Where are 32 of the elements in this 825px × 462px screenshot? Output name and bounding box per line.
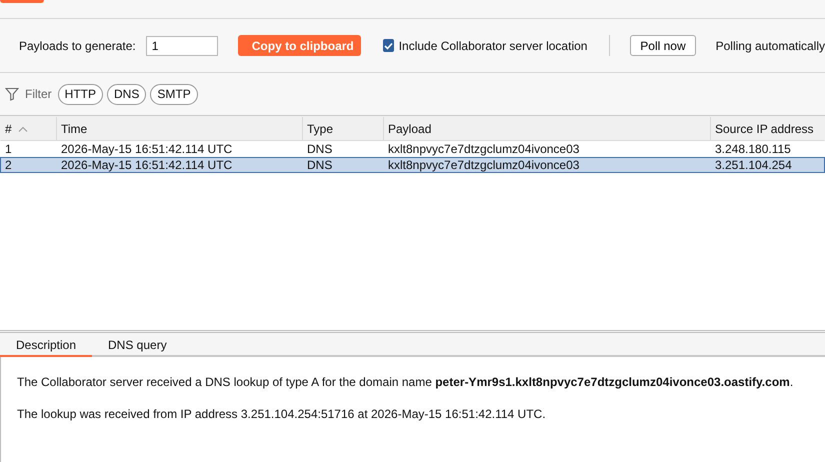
column-header[interactable]: Time — [57, 117, 303, 140]
filter-label: Filter — [25, 87, 52, 101]
column-header[interactable]: Payload — [384, 117, 711, 140]
filter-chip[interactable]: SMTP — [150, 84, 198, 104]
polling-status: Polling automatically — [716, 38, 825, 52]
poll-now-button[interactable]: Poll now — [630, 35, 696, 56]
column-header[interactable]: Source IP address — [711, 117, 825, 140]
include-location-checkbox[interactable] — [382, 39, 394, 52]
table-cell-text: 2026-May-15 16:51:42.114 UTC — [60, 142, 234, 156]
table-cell-text: 2026-May-15 16:51:42.114 UTC — [60, 158, 234, 172]
table-cell-text: 2 — [4, 158, 13, 172]
table-cell-text: 1 — [4, 142, 13, 156]
table-cell-text: kxlt8npvyc7e7dtzgclumz04ivonce03 — [387, 158, 580, 172]
payloads-count-field[interactable]: 1 — [146, 36, 218, 56]
filter-chip[interactable]: DNS — [107, 84, 146, 104]
column-header[interactable]: Type — [303, 117, 384, 140]
column-header[interactable]: # — [1, 117, 57, 140]
payloads-label: Payloads to generate: — [19, 38, 136, 52]
filter-chip[interactable]: HTTP — [58, 84, 104, 104]
table-cell-text: DNS — [306, 142, 334, 156]
include-location-label: Include Collaborator server location — [398, 38, 588, 52]
table-cell-text: DNS — [306, 158, 334, 172]
detail-tab[interactable]: DNS query — [92, 335, 183, 357]
table-row[interactable]: 1 2026-May-15 16:51:42.114 UTC DNS kxlt8npvyc7e7dtzgclumz04ivonce03 3.248.180.115 — [0, 141, 825, 157]
table-row[interactable]: 2 2026-May-15 16:51:42.114 UTC DNS kxlt8npvyc7e7dtzgclumz04ivonce03 3.251.104.254 — [0, 157, 825, 173]
filter-icon[interactable] — [5, 87, 19, 101]
description-text: The Collaborator server received a DNS lookup of type A for the domain name peter-Ymr9s1.kxlt8npvyc7e7dtzgclumz04ivonce03.oastify.com. — [17, 375, 794, 389]
description-text: The lookup was received from IP address 3.251.104.254:51716 at 2026-May-15 16:51:42.114 UTC. — [17, 407, 547, 421]
table-cell-text: 3.251.104.254 — [714, 158, 793, 172]
active-tab-indicator — [0, 0, 44, 3]
table-cell-text: 3.248.180.115 — [714, 142, 792, 156]
table-cell-text: kxlt8npvyc7e7dtzgclumz04ivonce03 — [387, 142, 580, 156]
